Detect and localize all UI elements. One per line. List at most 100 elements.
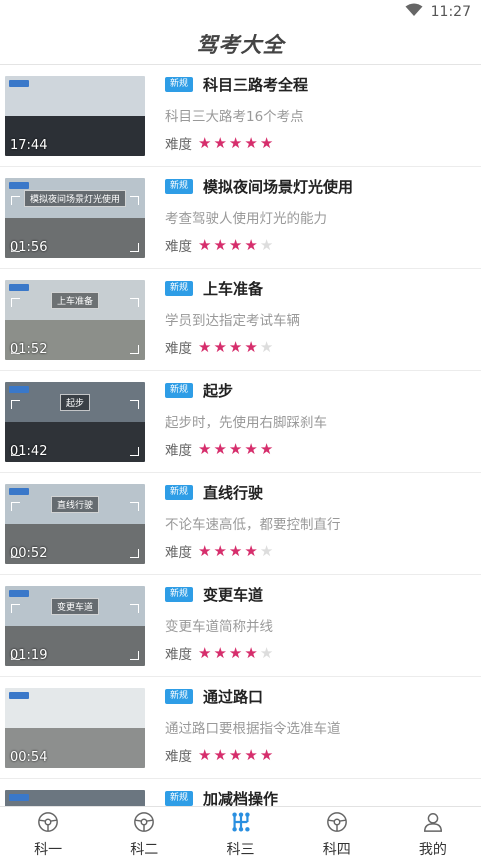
item-description: 考查驾驶人使用灯光的能力 (165, 211, 327, 227)
item-info: 新规 上车准备 学员到达指定考试车辆 难度 ★ ★ ★ ★ ★ (165, 274, 475, 357)
user-icon (422, 811, 444, 837)
star-icon: ★ (228, 338, 243, 356)
star-icon: ★ (228, 644, 243, 662)
star-icon: ★ (198, 542, 212, 560)
title-row: 新规 通过路口 (165, 684, 475, 708)
difficulty-row: 难度 ★ ★ ★ ★ ★ (165, 133, 475, 153)
bottom-tab-bar: 科一 科二 科三 科四 我的 (0, 806, 481, 858)
item-info: 新规 模拟夜间场景灯光使用 考查驾驶人使用灯光的能力 难度 ★ ★ ★ ★ ★ (165, 172, 475, 255)
tab-4[interactable]: 科四 (289, 807, 385, 858)
item-info: 新规 科目三路考全程 科目三大路考16个考点 难度 ★ ★ ★ ★ ★ (165, 70, 475, 153)
steering-wheel-icon (133, 811, 155, 837)
star-icon: ★ (244, 236, 258, 254)
star-icon: ★ (244, 338, 258, 356)
video-thumbnail[interactable]: 上车准备 01:52 (5, 280, 145, 360)
thumbnail-caption: 起步 (59, 394, 91, 411)
difficulty-row: 难度 ★ ★ ★ ★ ★ (165, 337, 475, 357)
item-info: 新规 起步 起步时，先使用右脚踩刹车 难度 ★ ★ ★ ★ ★ (165, 376, 475, 459)
video-duration: 01:19 (10, 648, 48, 663)
title-row: 新规 起步 (165, 378, 475, 402)
list-item[interactable]: 00:54 新规 通过路口 通过路口要根据指令选准车道 难度 ★ ★ ★ ★ ★ (0, 678, 481, 779)
star-icon: ★ (259, 644, 274, 662)
brand-logo (9, 386, 29, 393)
tab-5[interactable]: 我的 (385, 807, 481, 858)
video-thumbnail[interactable]: 00:54 (5, 688, 145, 768)
frame-corner (11, 298, 20, 307)
star-icon: ★ (213, 644, 227, 662)
item-title: 变更车道 (203, 585, 264, 604)
video-thumbnail[interactable]: 模拟夜间场景灯光使用 01:56 (5, 178, 145, 258)
star-icon: ★ (259, 542, 274, 560)
video-duration: 01:42 (10, 444, 48, 459)
item-description: 起步时，先使用右脚踩刹车 (165, 415, 327, 431)
difficulty-stars: ★ ★ ★ ★ ★ (198, 237, 275, 253)
item-info: 新规 通过路口 通过路口要根据指令选准车道 难度 ★ ★ ★ ★ ★ (165, 682, 475, 765)
item-info: 新规 直线行驶 不论车速高低，都要控制直行 难度 ★ ★ ★ ★ ★ (165, 478, 475, 561)
new-rule-badge: 新规 (165, 586, 194, 602)
video-duration: 01:56 (10, 240, 48, 255)
star-icon: ★ (198, 644, 212, 662)
brand-logo (9, 488, 29, 495)
frame-corner (130, 604, 139, 613)
frame-corner (11, 604, 20, 613)
thumbnail-caption: 模拟夜间场景灯光使用 (23, 190, 127, 207)
video-duration: 00:54 (10, 750, 48, 765)
new-rule-badge: 新规 (165, 484, 194, 500)
frame-corner (130, 447, 139, 456)
tab-label: 我的 (418, 842, 447, 858)
thumbnail-caption: 直线行驶 (50, 496, 100, 513)
title-row: 新规 变更车道 (165, 582, 475, 606)
item-description: 学员到达指定考试车辆 (165, 313, 300, 329)
item-title: 通过路口 (203, 687, 264, 706)
difficulty-stars: ★ ★ ★ ★ ★ (198, 747, 275, 763)
video-duration: 01:52 (10, 342, 48, 357)
frame-corner (130, 243, 139, 252)
lesson-list[interactable]: 17:44 新规 科目三路考全程 科目三大路考16个考点 难度 ★ ★ ★ ★ ★ 模拟… (0, 66, 481, 806)
item-description: 不论车速高低，都要控制直行 (165, 517, 341, 533)
brand-logo (9, 182, 29, 189)
tab-3[interactable]: 科三 (192, 807, 288, 858)
star-icon: ★ (198, 746, 212, 764)
video-thumbnail[interactable]: 直线行驶 00:52 (5, 484, 145, 564)
title-row: 新规 加减档操作 (165, 786, 475, 806)
brand-logo (9, 692, 29, 699)
video-thumbnail[interactable]: 17:44 (5, 76, 145, 156)
list-item[interactable]: 模拟夜间场景灯光使用 01:56 新规 模拟夜间场景灯光使用 考查驾驶人使用灯光… (0, 168, 481, 269)
star-icon: ★ (228, 746, 243, 764)
star-icon: ★ (213, 440, 227, 458)
frame-corner (11, 196, 20, 205)
tab-1[interactable]: 科一 (0, 807, 96, 858)
list-item[interactable]: 上车准备 01:52 新规 上车准备 学员到达指定考试车辆 难度 ★ ★ ★ ★ ★ (0, 270, 481, 371)
wifi-icon (405, 3, 423, 21)
list-item[interactable]: 新规 加减档操作 难度 ★★★★★ (0, 780, 481, 806)
list-item[interactable]: 变更车道 01:19 新规 变更车道 变更车道简称并线 难度 ★ ★ ★ ★ ★ (0, 576, 481, 677)
difficulty-row: 难度 ★ ★ ★ ★ ★ (165, 745, 475, 765)
frame-corner (130, 651, 139, 660)
difficulty-stars: ★ ★ ★ ★ ★ (198, 135, 275, 151)
tab-2[interactable]: 科二 (96, 807, 192, 858)
star-icon: ★ (198, 236, 212, 254)
star-icon: ★ (259, 134, 274, 152)
star-icon: ★ (259, 338, 274, 356)
tab-label: 科三 (226, 842, 255, 858)
list-item[interactable]: 17:44 新规 科目三路考全程 科目三大路考16个考点 难度 ★ ★ ★ ★ ★ (0, 66, 481, 167)
list-item[interactable]: 起步 01:42 新规 起步 起步时，先使用右脚踩刹车 难度 ★ ★ ★ ★ ★ (0, 372, 481, 473)
video-thumbnail[interactable] (5, 790, 145, 806)
frame-corner (11, 400, 20, 409)
star-icon: ★ (259, 746, 274, 764)
video-thumbnail[interactable]: 起步 01:42 (5, 382, 145, 462)
difficulty-label: 难度 (165, 341, 192, 357)
star-icon: ★ (244, 440, 258, 458)
difficulty-label: 难度 (165, 137, 192, 153)
star-icon: ★ (198, 338, 212, 356)
video-thumbnail[interactable]: 变更车道 01:19 (5, 586, 145, 666)
star-icon: ★ (228, 134, 243, 152)
frame-corner (130, 502, 139, 511)
star-icon: ★ (213, 338, 227, 356)
frame-corner (130, 400, 139, 409)
list-item[interactable]: 直线行驶 00:52 新规 直线行驶 不论车速高低，都要控制直行 难度 ★ ★ ★ ★… (0, 474, 481, 575)
item-title: 起步 (203, 381, 234, 400)
new-rule-badge: 新规 (165, 280, 194, 296)
title-row: 新规 上车准备 (165, 276, 475, 300)
steering-wheel-icon (326, 811, 348, 837)
